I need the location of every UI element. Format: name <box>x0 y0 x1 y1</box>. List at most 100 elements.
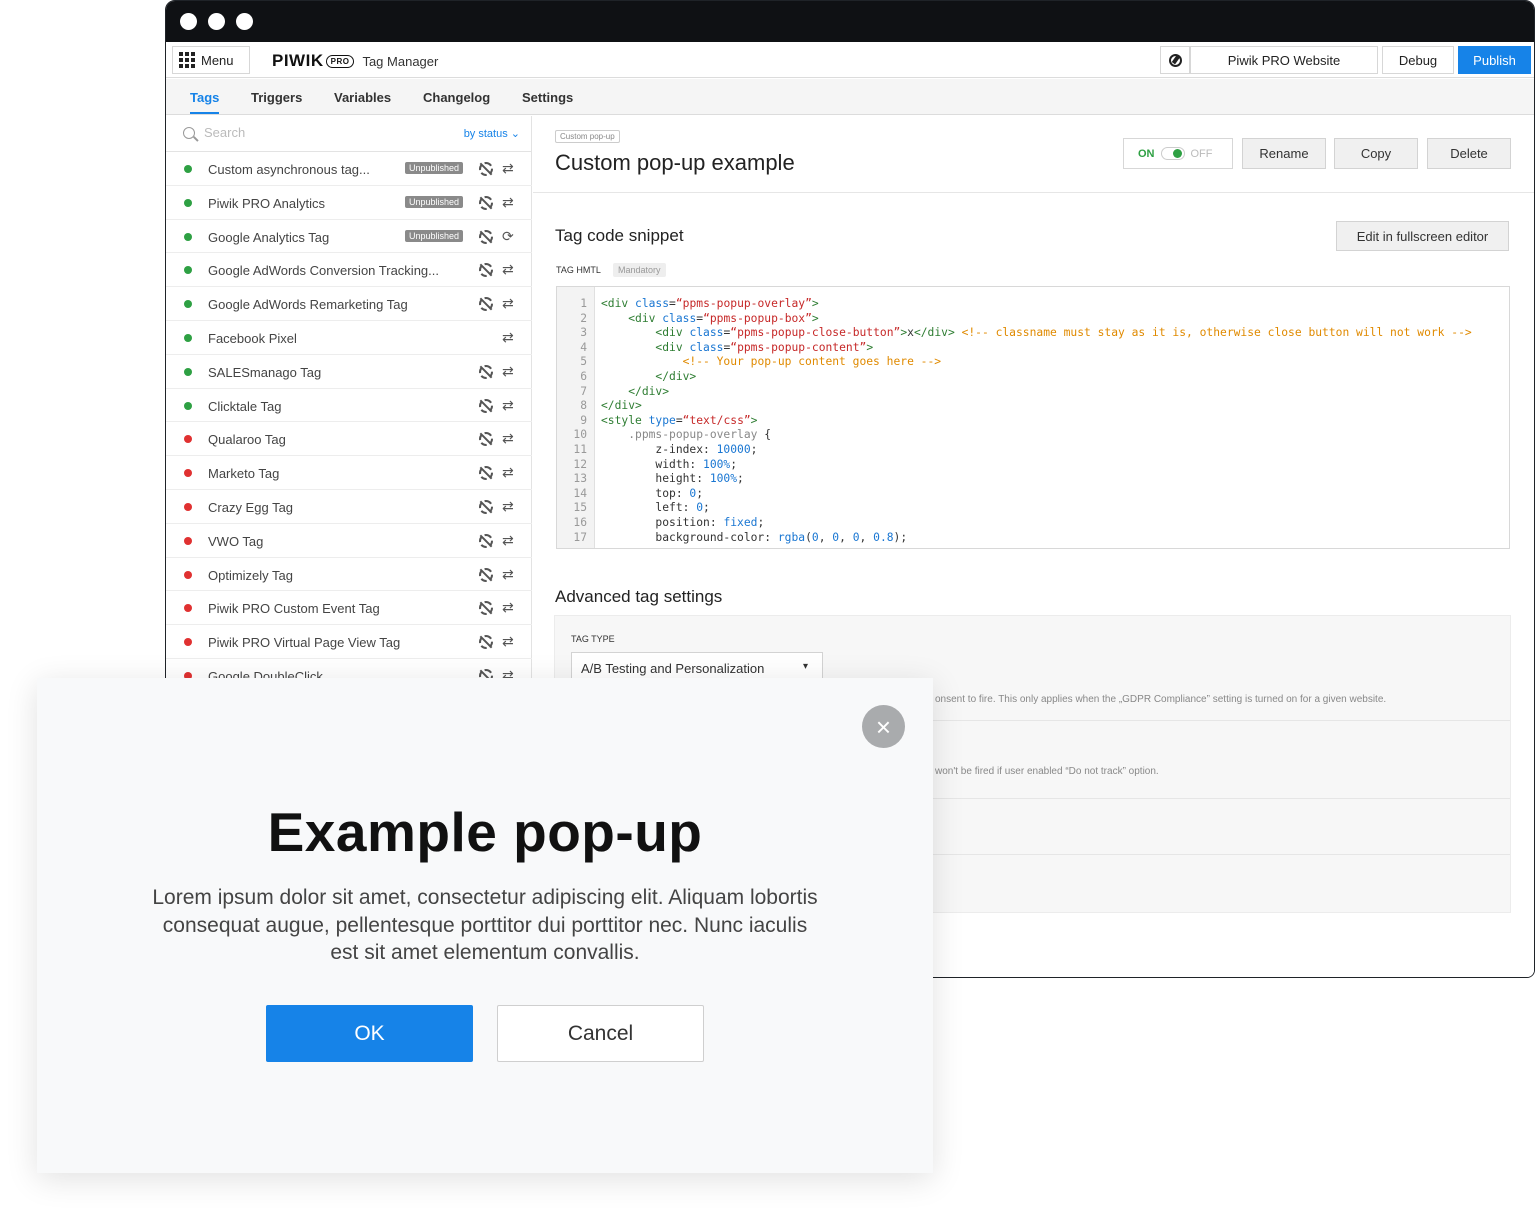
tag-list-item[interactable]: Marketo Tag ⇄ <box>166 456 532 490</box>
status-dot-icon <box>184 165 192 173</box>
tag-name: Piwik PRO Custom Event Tag <box>208 601 380 617</box>
consent-disabled-icon <box>479 364 493 379</box>
dnt-note: won't be fired if user enabled “Do not t… <box>935 766 1159 777</box>
line-number: 1 <box>580 297 587 310</box>
window-minimize-dot[interactable] <box>208 13 225 30</box>
tag-name: Optimizely Tag <box>208 567 294 583</box>
line-number: 6 <box>580 369 587 383</box>
consent-disabled-icon <box>479 297 493 312</box>
publish-button[interactable]: Publish <box>1458 46 1531 74</box>
status-dot-icon <box>184 570 192 579</box>
cancel-button[interactable]: Cancel <box>497 1005 704 1062</box>
status-filter-dropdown[interactable]: by status ⌄ <box>464 127 520 140</box>
window-maximize-dot[interactable] <box>236 13 253 30</box>
tab-triggers[interactable]: Triggers <box>251 90 302 105</box>
status-dot-icon <box>184 502 192 511</box>
status-dot-icon <box>184 401 192 410</box>
code-editor[interactable]: 1 2 3 4 5 6 7 8 9 10 11 12 13 14 15 16 17 <div class=“pp… <box>556 286 1510 549</box>
menu-label: Menu <box>201 52 234 68</box>
tag-list-item[interactable]: Crazy Egg Tag ⇄ <box>166 490 532 524</box>
line-number: 17 <box>573 530 587 544</box>
breadcrumb[interactable]: Custom pop-up <box>555 130 620 143</box>
gdpr-note: onsent to fire. This only applies when t… <box>935 694 1387 705</box>
tag-name: Google AdWords Conversion Tracking... <box>208 263 439 279</box>
tab-settings[interactable]: Settings <box>522 90 573 105</box>
tag-name: Google AdWords Remarketing Tag <box>208 297 408 313</box>
rename-button[interactable]: Rename <box>1242 138 1326 169</box>
mandatory-badge: Mandatory <box>613 263 666 277</box>
menu-button[interactable]: Menu <box>172 46 250 74</box>
delete-button[interactable]: Delete <box>1427 138 1511 169</box>
tag-status-toggle[interactable]: ON OFF <box>1123 138 1233 169</box>
consent-disabled-icon <box>479 229 493 244</box>
status-dot-icon <box>184 198 192 207</box>
consent-disabled-icon <box>479 567 493 582</box>
line-number-gutter: 1 2 3 4 5 6 7 8 9 10 11 12 13 14 15 16 17 <box>557 287 595 548</box>
site-selector[interactable]: Piwik PRO Website <box>1190 46 1378 74</box>
swap-icon: ⇄ <box>502 599 514 616</box>
site-switcher-icon-button[interactable] <box>1160 46 1190 74</box>
tag-list-item[interactable]: Google AdWords Remarketing Tag ⇄ <box>166 287 532 321</box>
toggle-switch[interactable] <box>1160 147 1185 160</box>
tag-list-item[interactable]: SALESmanago Tag ⇄ <box>166 355 532 389</box>
page-title: Custom pop-up example <box>555 150 795 175</box>
consent-disabled-icon <box>479 601 493 616</box>
tag-type-value: A/B Testing and Personalization <box>581 660 765 676</box>
tab-changelog[interactable]: Changelog <box>423 90 490 105</box>
tab-variables[interactable]: Variables <box>334 90 391 105</box>
status-badge: Unpublished <box>405 162 464 174</box>
status-badge: Unpublished <box>405 229 464 242</box>
title-bar <box>166 1 1534 42</box>
swap-icon: ⇄ <box>502 396 514 413</box>
status-dot-icon <box>184 367 192 376</box>
line-number: 4 <box>580 340 587 354</box>
swap-icon: ⇄ <box>502 565 514 582</box>
tag-name: Qualaroo Tag <box>208 432 286 448</box>
tag-list-item[interactable]: Google AdWords Conversion Tracking... ⇄ <box>166 253 532 288</box>
tag-list-item[interactable]: Piwik PRO Virtual Page View Tag ⇄ <box>166 625 532 659</box>
consent-disabled-icon <box>479 263 493 278</box>
tag-list-item[interactable]: Qualaroo Tag ⇄ <box>166 422 532 457</box>
status-dot-icon <box>184 604 192 613</box>
window-close-dot[interactable] <box>180 13 197 30</box>
fullscreen-editor-button[interactable]: Edit in fullscreen editor <box>1336 221 1509 251</box>
ok-button[interactable]: OK <box>266 1005 473 1062</box>
close-icon[interactable]: × <box>862 705 905 748</box>
tag-name: VWO Tag <box>208 533 264 549</box>
line-number: 13 <box>573 472 587 486</box>
compass-icon <box>1168 53 1182 67</box>
tag-list-item[interactable]: Optimizely Tag ⇄ <box>166 558 532 592</box>
consent-disabled-icon <box>479 432 493 447</box>
tag-list-item[interactable]: Facebook Pixel ⇄ <box>166 321 532 355</box>
status-dot-icon <box>184 300 192 309</box>
swap-icon: ⇄ <box>502 633 514 650</box>
tag-html-label: TAG HMTL <box>556 265 601 275</box>
tag-list-item[interactable]: Piwik PRO Custom Event Tag ⇄ <box>166 591 532 626</box>
toggle-off-label: OFF <box>1190 147 1213 160</box>
status-badge: Unpublished <box>405 195 464 208</box>
tag-list-item[interactable]: Clicktale Tag ⇄ <box>166 389 532 423</box>
tag-list-item[interactable]: Custom asynchronous tag... Unpublished ⇄ <box>166 152 532 186</box>
debug-button[interactable]: Debug <box>1382 46 1454 74</box>
consent-disabled-icon <box>479 398 493 413</box>
swap-icon: ⇄ <box>502 464 514 481</box>
tag-list-item[interactable]: VWO Tag ⇄ <box>166 524 532 558</box>
line-number: 16 <box>573 515 587 529</box>
main-tabs: Tags Triggers Variables Changelog Settin… <box>166 79 1534 115</box>
line-number: 3 <box>580 326 587 340</box>
swap-icon: ⇄ <box>502 295 514 312</box>
tag-list-item[interactable]: Google Analytics Tag Unpublished ⟳ <box>166 220 532 254</box>
swap-icon: ⇄ <box>502 362 514 379</box>
tag-name: Piwik PRO Analytics <box>208 195 326 211</box>
swap-icon: ⇄ <box>502 430 514 447</box>
code-content[interactable]: <div class=“ppms-popup-overlay”> <div cl… <box>601 297 1472 545</box>
copy-button[interactable]: Copy <box>1334 138 1418 169</box>
snippet-section-title: Tag code snippet <box>555 226 684 245</box>
search-icon <box>183 127 195 139</box>
tag-list-item[interactable]: Piwik PRO Analytics Unpublished ⇄ <box>166 186 532 220</box>
search-input[interactable] <box>202 124 382 141</box>
tab-tags[interactable]: Tags <box>190 90 220 114</box>
line-number: 9 <box>580 413 587 427</box>
tag-name: Facebook Pixel <box>208 330 297 346</box>
divider <box>533 192 1534 193</box>
